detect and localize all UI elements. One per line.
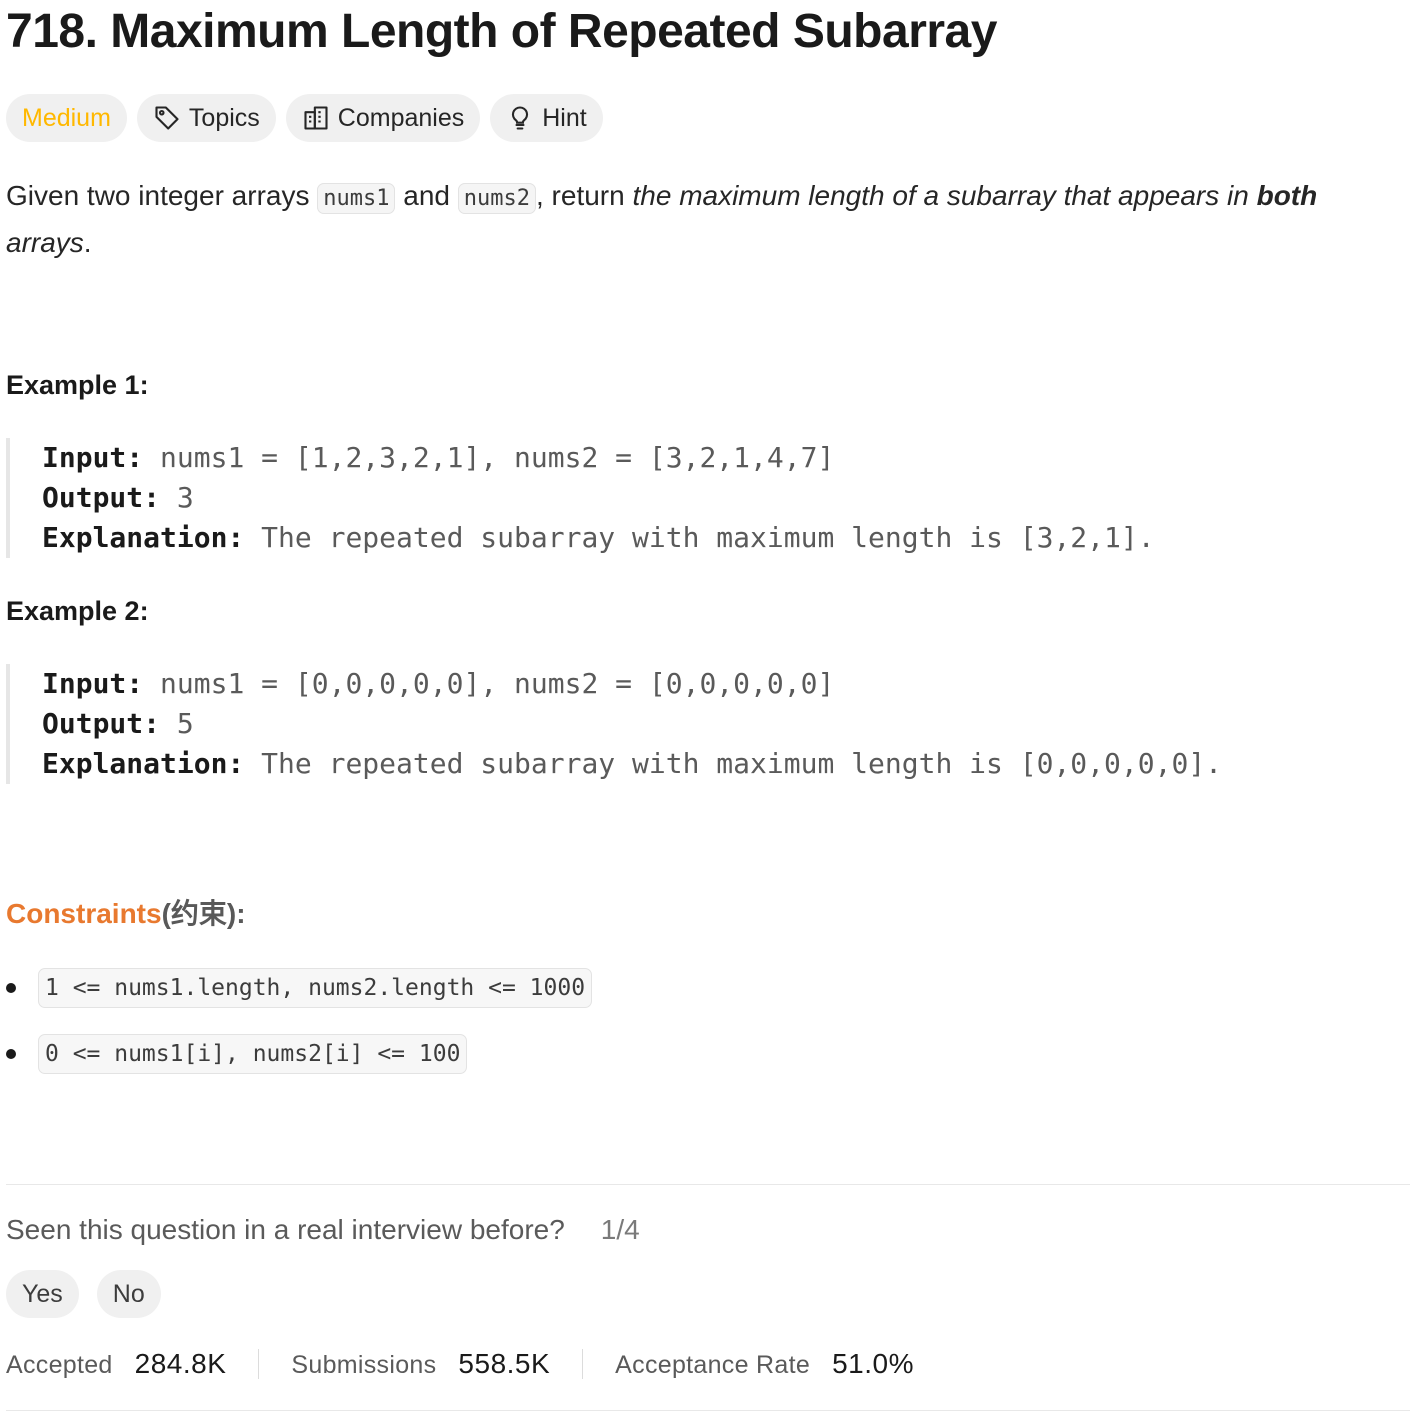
acceptance-rate-stat: Acceptance Rate 51.0% xyxy=(615,1348,914,1380)
problem-description: Given two integer arrays nums1 and nums2… xyxy=(6,174,1406,265)
accepted-stat: Accepted 284.8K xyxy=(6,1348,226,1380)
problem-tags: Medium Topics Companies Hint xyxy=(6,94,603,142)
tag-icon xyxy=(153,104,181,132)
interview-question: Seen this question in a real interview b… xyxy=(6,1214,565,1245)
example-1-heading: Example 1: xyxy=(6,370,149,400)
description-text: , return xyxy=(536,180,633,211)
interview-count: 1/4 xyxy=(600,1214,640,1245)
lightbulb-icon xyxy=(506,104,534,132)
bullet xyxy=(6,983,16,993)
difficulty-badge: Medium xyxy=(6,94,127,142)
constraints-heading: Constraints(约束): xyxy=(6,892,246,932)
example-2-heading: Example 2: xyxy=(6,596,149,626)
difficulty-label: Medium xyxy=(22,103,111,132)
input-value: nums1 = [1,2,3,2,1], nums2 = [3,2,1,4,7] xyxy=(143,441,835,474)
constraint-item: 1 <= nums1.length, nums2.length <= 1000 xyxy=(6,968,593,1008)
no-button[interactable]: No xyxy=(96,1270,161,1318)
description-text: Given two integer arrays xyxy=(6,180,318,211)
companies-button[interactable]: Companies xyxy=(285,94,481,142)
yes-button[interactable]: Yes xyxy=(6,1270,79,1318)
description-emphasis: arrays xyxy=(6,227,84,258)
input-label: Input: xyxy=(42,667,144,700)
page-title: 718. Maximum Length of Repeated Subarray xyxy=(6,2,997,62)
stat-divider xyxy=(258,1349,260,1379)
input-value: nums1 = [0,0,0,0,0], nums2 = [0,0,0,0,0] xyxy=(143,667,835,700)
example-2-block: Input: nums1 = [0,0,0,0,0], nums2 = [0,0… xyxy=(6,664,1386,784)
explanation-label: Explanation: xyxy=(42,521,245,554)
constraint-code: 0 <= nums1[i], nums2[i] <= 100 xyxy=(38,1034,468,1074)
description-emphasis: the maximum length of a subarray that ap… xyxy=(632,180,1257,211)
constraints-heading-accent: Constraints xyxy=(6,898,162,929)
acceptance-rate-value: 51.0% xyxy=(832,1348,914,1379)
building-icon xyxy=(302,104,330,132)
constraint-item: 0 <= nums1[i], nums2[i] <= 100 xyxy=(6,1034,468,1074)
output-value: 5 xyxy=(160,707,194,740)
description-text: . xyxy=(83,227,92,258)
companies-label: Companies xyxy=(337,103,465,132)
example-1-block: Input: nums1 = [1,2,3,2,1], nums2 = [3,2… xyxy=(6,438,1386,558)
output-value: 3 xyxy=(160,481,194,514)
divider xyxy=(6,1184,1410,1185)
explanation-value: The repeated subarray with maximum lengt… xyxy=(244,747,1223,780)
inline-code-nums1: nums1 xyxy=(317,183,396,214)
hint-button[interactable]: Hint xyxy=(490,94,603,142)
interview-prompt: Seen this question in a real interview b… xyxy=(6,1214,640,1246)
hint-label: Hint xyxy=(542,103,587,132)
constraints-heading-suffix: (约束): xyxy=(161,898,246,929)
input-label: Input: xyxy=(42,441,144,474)
constraint-code: 1 <= nums1.length, nums2.length <= 1000 xyxy=(38,968,593,1008)
explanation-label: Explanation: xyxy=(42,747,245,780)
problem-title: Maximum Length of Repeated Subarray xyxy=(110,5,997,58)
bullet xyxy=(6,1049,16,1059)
submission-stats: Accepted 284.8K Submissions 558.5K Accep… xyxy=(6,1342,914,1386)
description-text: and xyxy=(395,180,458,211)
output-label: Output: xyxy=(42,481,161,514)
topics-label: Topics xyxy=(188,103,260,132)
divider xyxy=(6,1410,1410,1411)
description-strong: both xyxy=(1256,180,1318,211)
submissions-stat: Submissions 558.5K xyxy=(291,1348,550,1380)
interview-answer-buttons: Yes No xyxy=(6,1270,161,1318)
output-label: Output: xyxy=(42,707,161,740)
accepted-label: Accepted xyxy=(6,1351,113,1379)
problem-page: 718. Maximum Length of Repeated Subarray… xyxy=(0,0,1418,1420)
inline-code-nums2: nums2 xyxy=(457,183,536,214)
explanation-value: The repeated subarray with maximum lengt… xyxy=(244,521,1155,554)
submissions-value: 558.5K xyxy=(458,1348,551,1379)
acceptance-rate-label: Acceptance Rate xyxy=(615,1351,811,1379)
submissions-label: Submissions xyxy=(291,1351,437,1379)
problem-number: 718. xyxy=(6,5,98,58)
topics-button[interactable]: Topics xyxy=(136,94,276,142)
stat-divider xyxy=(582,1349,584,1379)
accepted-value: 284.8K xyxy=(134,1348,227,1379)
